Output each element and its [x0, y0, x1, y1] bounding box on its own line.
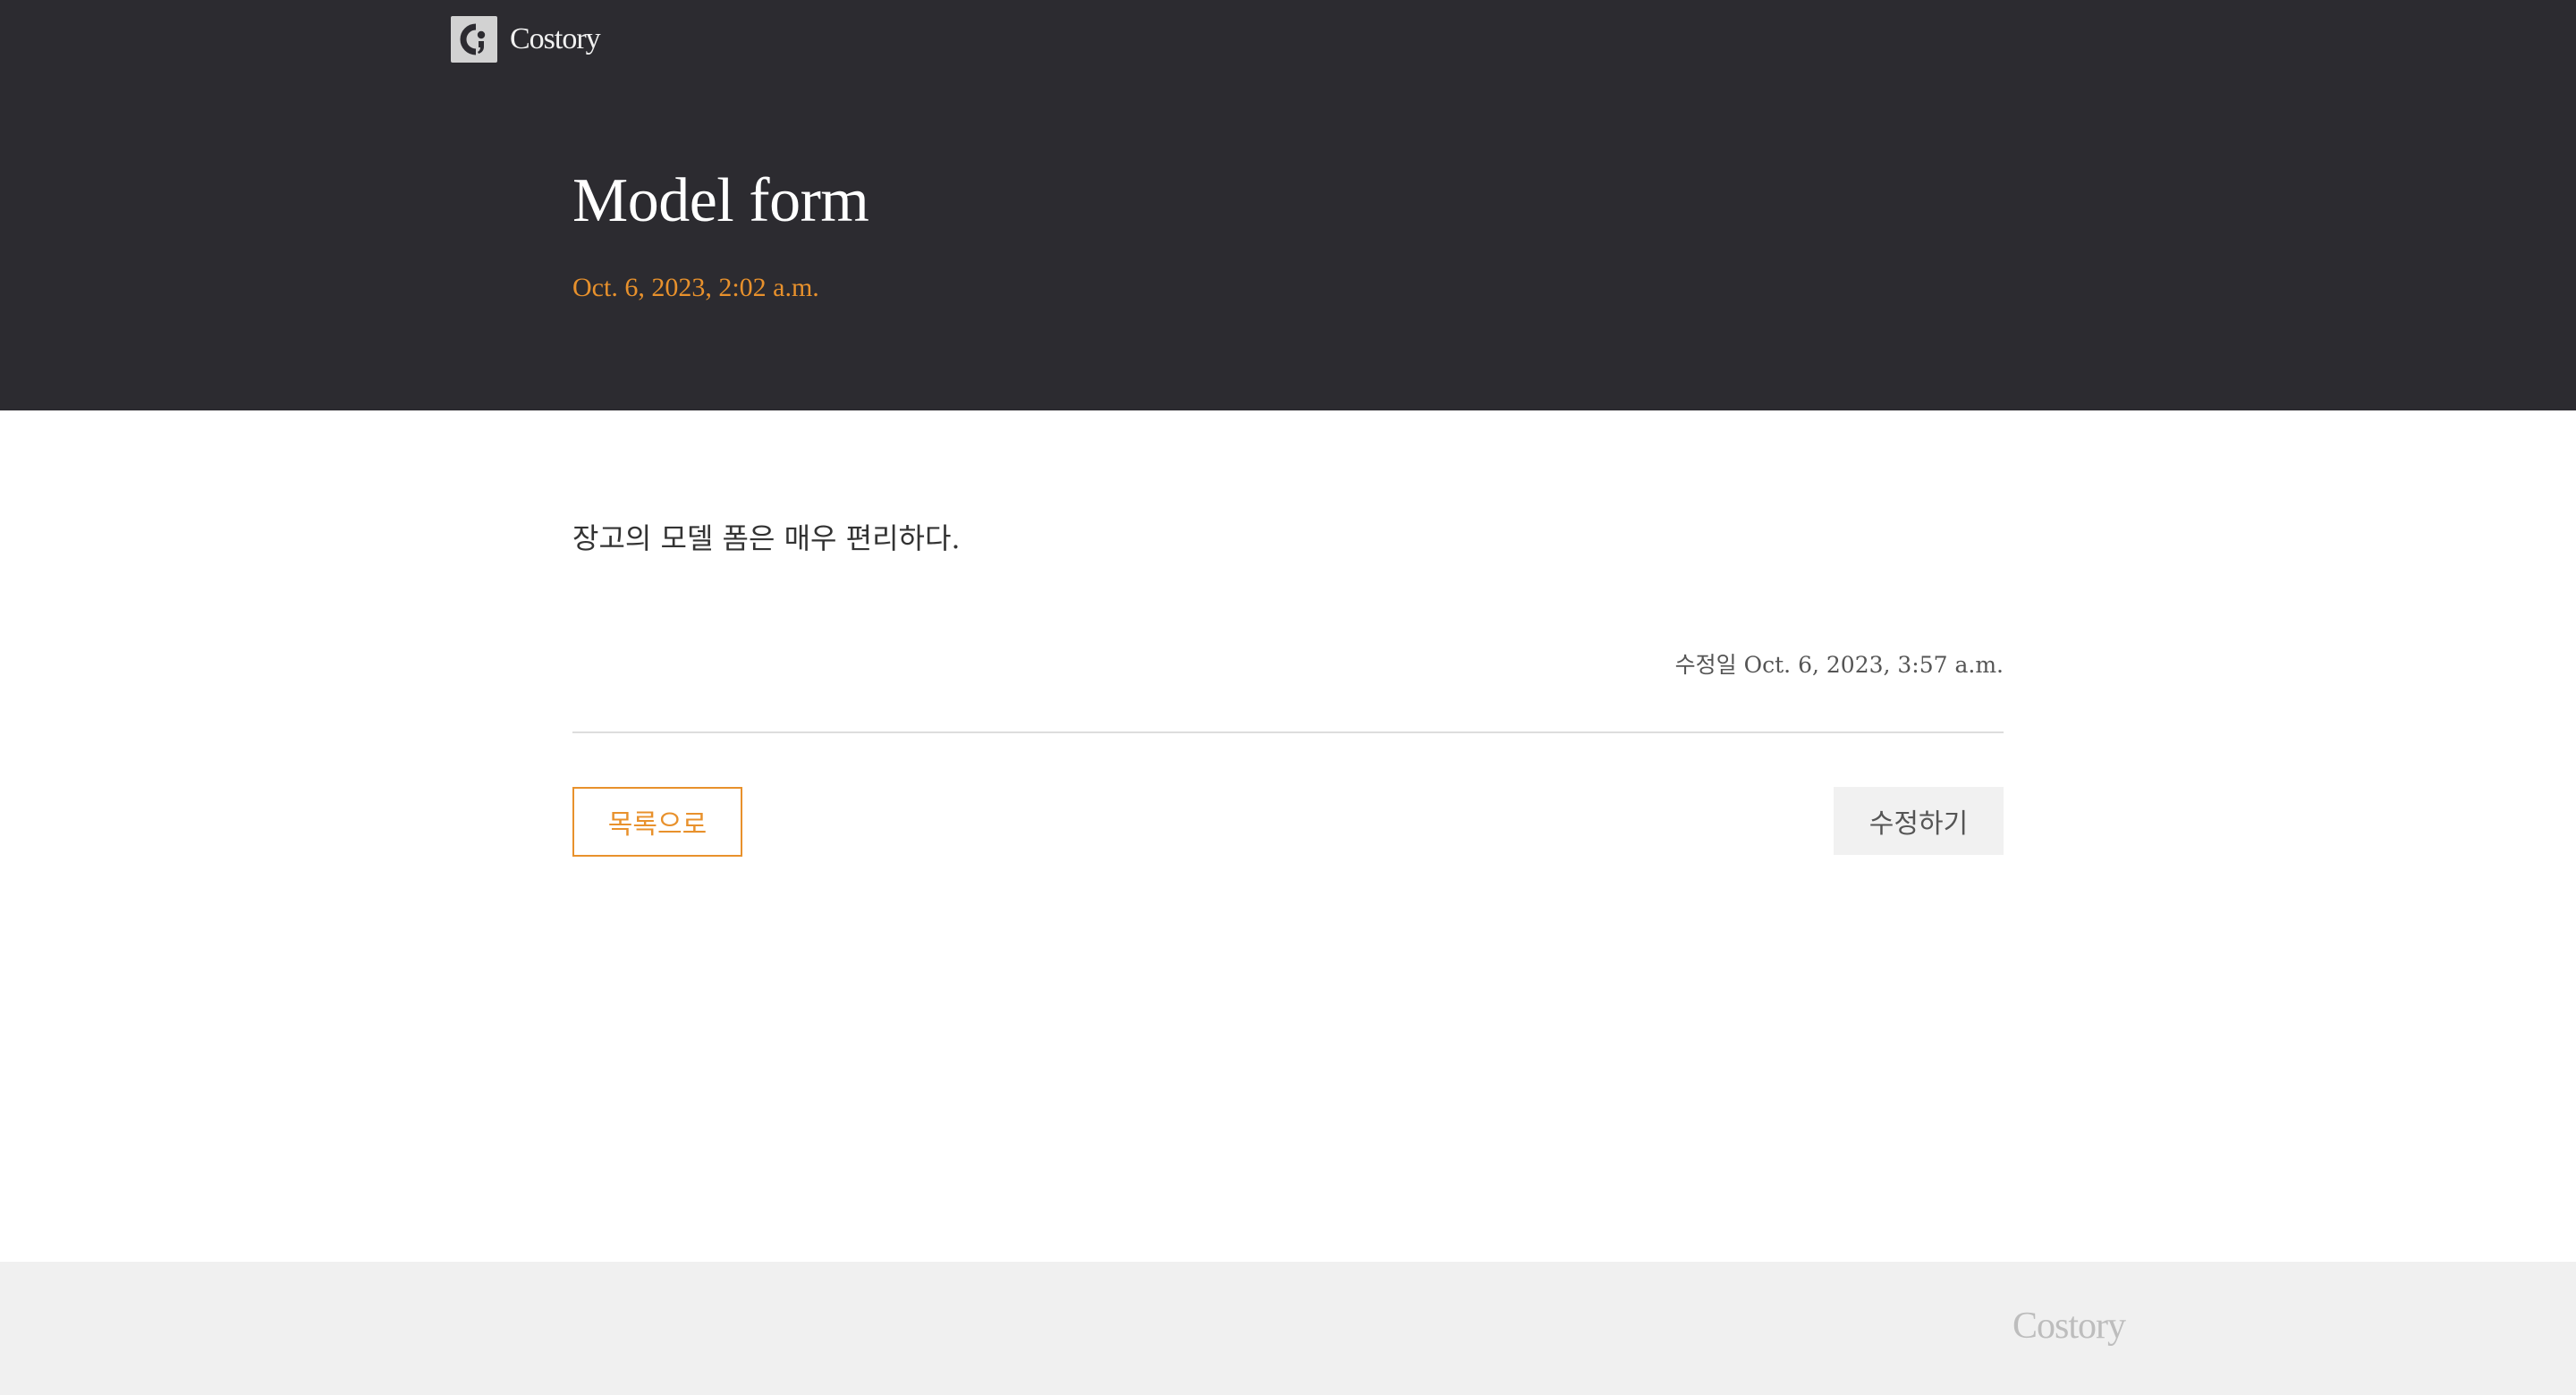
modified-date: Oct. 6, 2023, 3:57 a.m. [1743, 652, 2004, 678]
page-header: Costory Model form Oct. 6, 2023, 2:02 a.… [0, 0, 2576, 410]
footer-logo-text: Costory [2012, 1306, 2126, 1347]
post-title: Model form [572, 166, 869, 235]
post-created-date: Oct. 6, 2023, 2:02 a.m. [572, 273, 819, 302]
modified-label: 수정일 [1674, 652, 1737, 678]
costory-logo-icon [451, 16, 497, 63]
page-footer: Costory [0, 1262, 2576, 1395]
post-content: 장고의 모델 폼은 매우 편리하다. [572, 521, 961, 555]
post-modified: 수정일 Oct. 6, 2023, 3:57 a.m. [1675, 649, 2004, 681]
content-divider [572, 731, 2004, 733]
back-to-list-button[interactable]: 목록으로 [572, 787, 742, 857]
site-logo-text: Costory [510, 22, 601, 55]
edit-post-button[interactable]: 수정하기 [1834, 787, 2004, 855]
site-logo-link[interactable]: Costory [451, 16, 601, 63]
